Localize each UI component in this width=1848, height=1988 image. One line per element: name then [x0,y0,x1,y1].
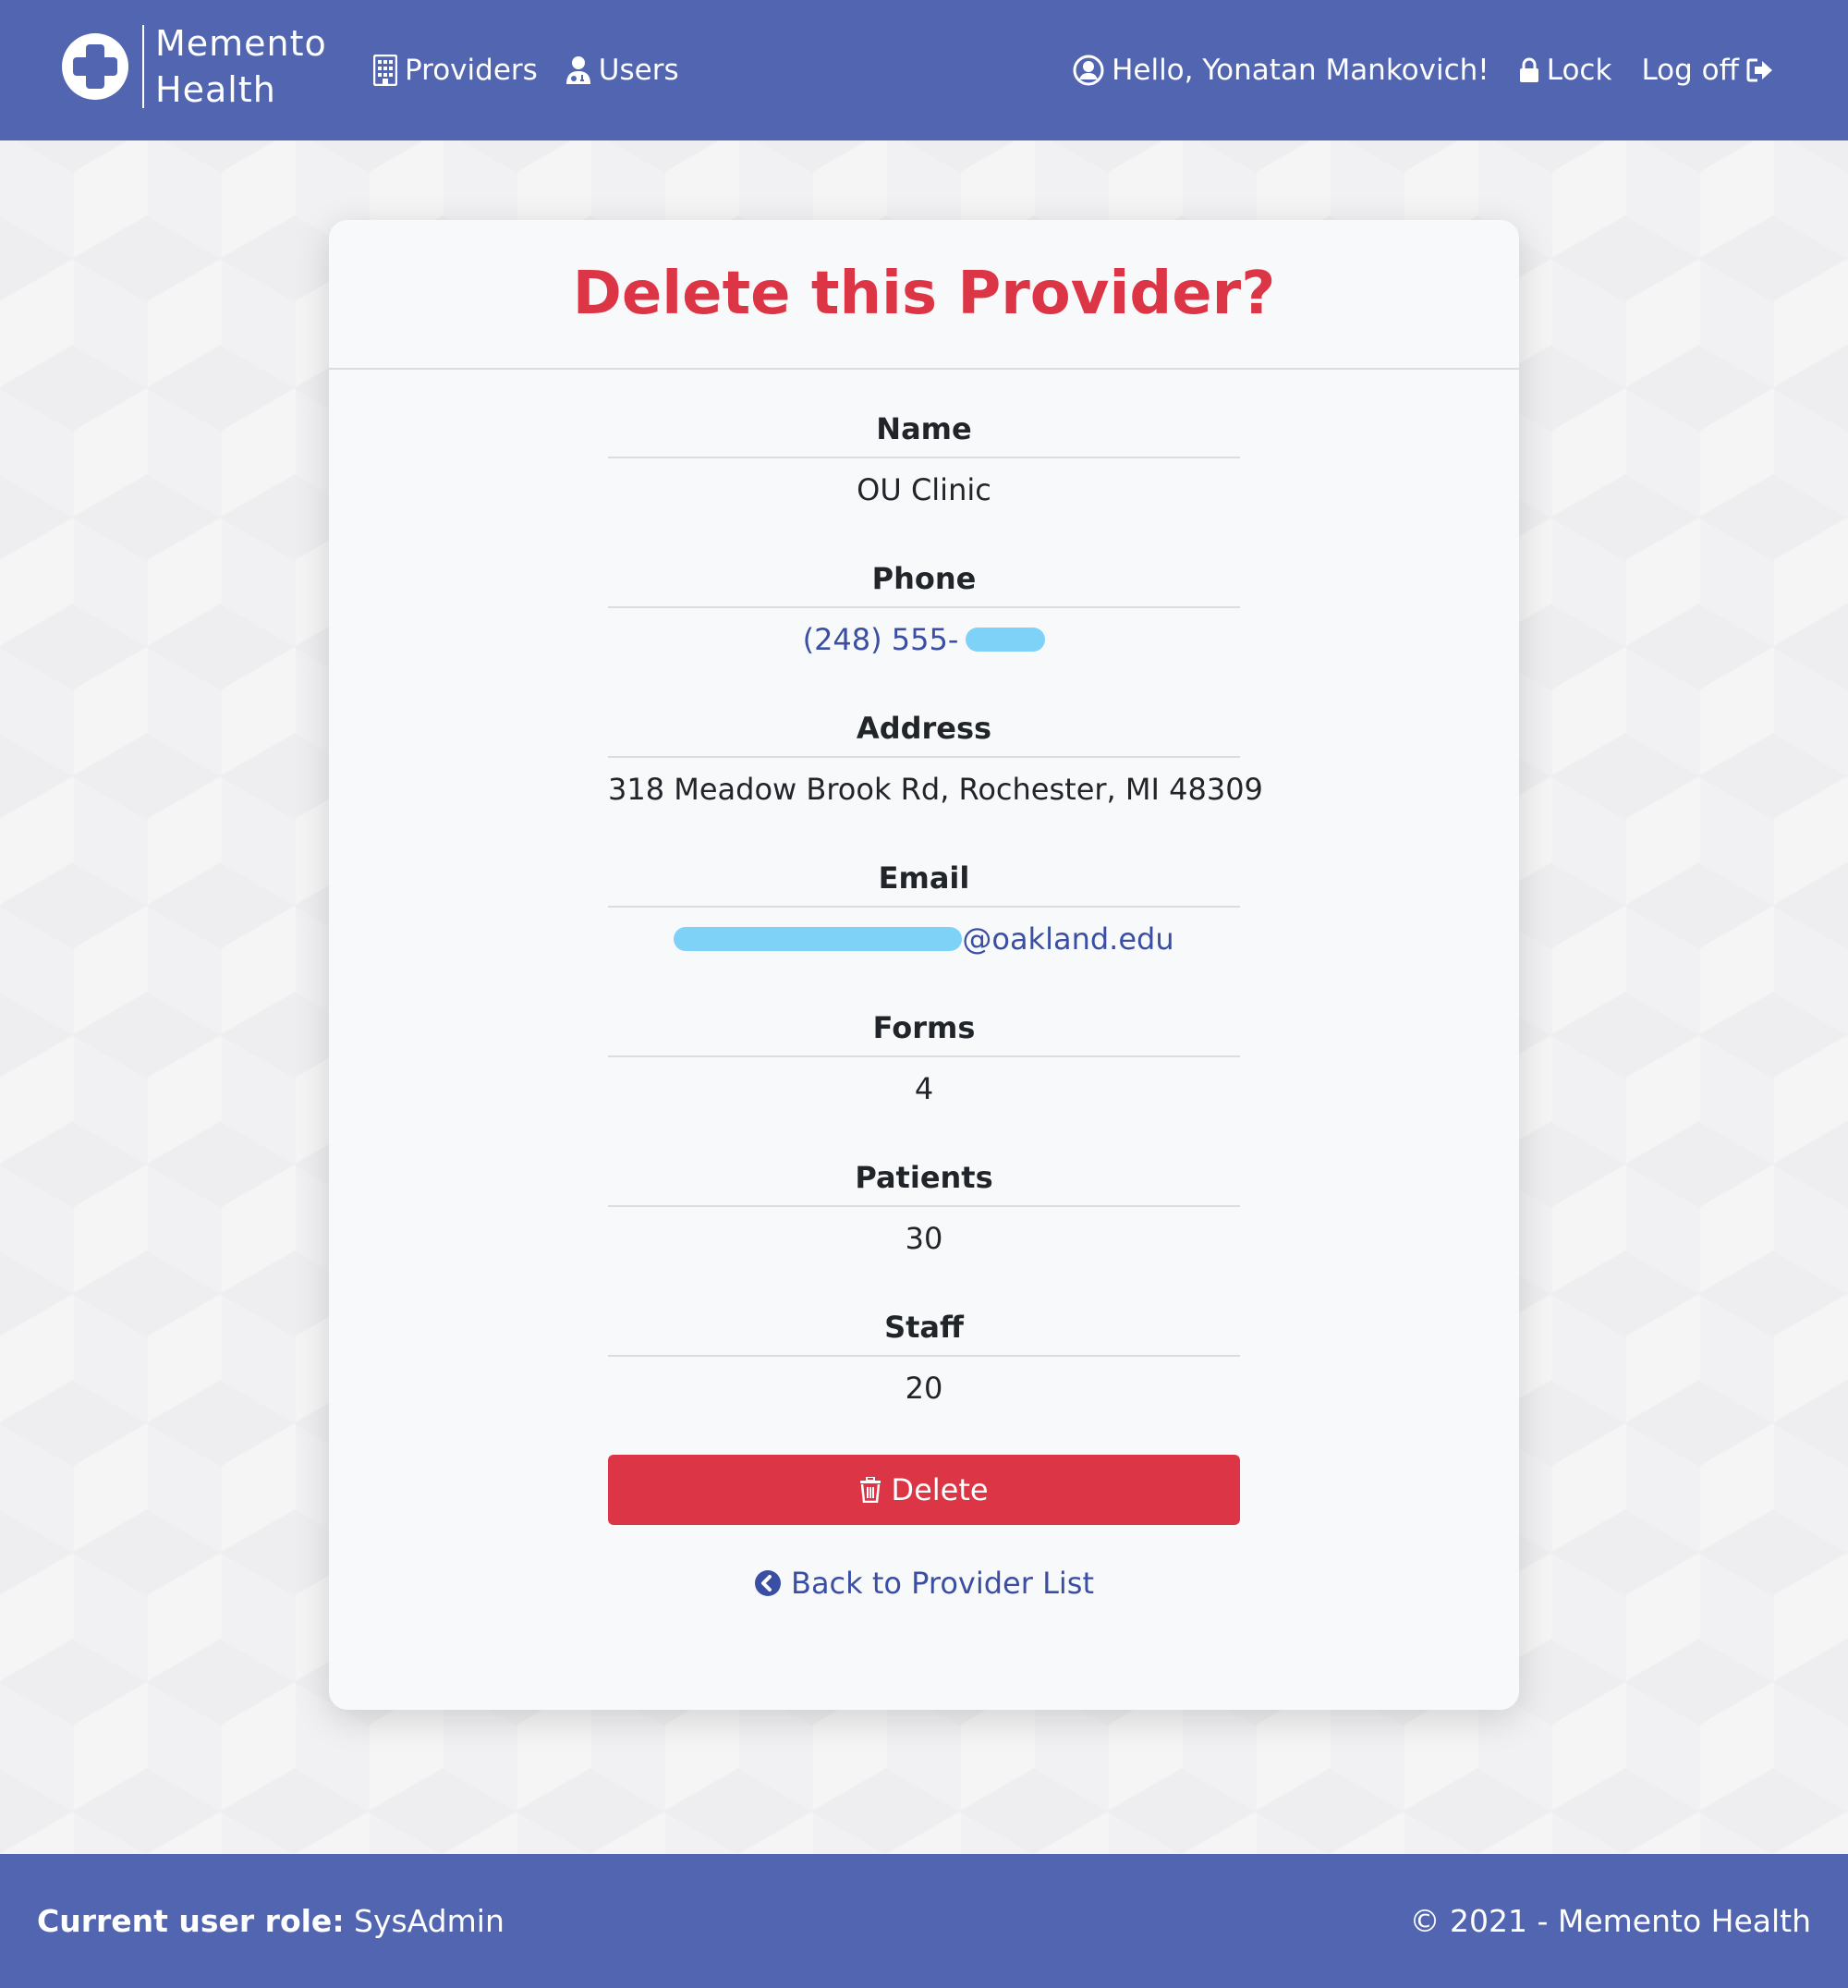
role-label: Current user role: [37,1903,345,1939]
copyright-text: © 2021 - Memento Health [1409,1903,1811,1939]
provider-address-value: 318 Meadow Brook Rd, Rochester, MI 48309 [608,772,1263,807]
field-label: Address [608,708,1240,758]
provider-name-value: OU Clinic [857,472,991,507]
nav-providers-label: Providers [405,54,538,87]
field-email: Email @oakland.edu [608,858,1240,1007]
provider-phone-value: (248) 555- [608,608,1240,669]
logoff-link[interactable]: Log off [1641,46,1774,94]
lock-label: Lock [1546,54,1612,87]
nav-providers-link[interactable]: Providers [373,46,538,94]
user-doctor-icon [565,56,590,84]
back-link-label: Back to Provider List [790,1566,1094,1601]
nav-users-label: Users [598,54,679,87]
brand-name-line2: Health [155,69,276,110]
field-label: Email [608,858,1240,908]
delete-button[interactable]: Delete [608,1455,1240,1525]
provider-email-value: @oakland.edu [608,908,1240,969]
redaction-mark [674,927,963,951]
staff-count-value: 20 [905,1371,943,1406]
field-label: Name [608,409,1240,458]
field-address: Address 318 Meadow Brook Rd, Rochester, … [608,708,1263,858]
redaction-mark [966,628,1046,652]
field-forms: Forms 4 [608,1007,1240,1157]
primary-nav: Providers Users [373,46,679,94]
brand-link[interactable]: Memento Health [61,23,327,110]
lock-link[interactable]: Lock [1519,46,1612,94]
field-staff: Staff 20 [608,1307,1240,1436]
account-nav: Hello, Yonatan Mankovich! Lock Log off [1073,46,1774,94]
back-to-provider-list-link[interactable]: Back to Provider List [608,1560,1240,1606]
profile-greeting-link[interactable]: Hello, Yonatan Mankovich! [1073,46,1489,94]
patients-count-value: 30 [905,1221,943,1256]
logoff-label: Log off [1641,54,1739,87]
phone-text: (248) 555- [802,622,959,657]
current-user-role: Current user role: SysAdmin [37,1898,505,1945]
field-label: Staff [608,1307,1240,1357]
trash-icon [860,1477,881,1503]
building-icon [373,55,397,86]
delete-provider-card: Delete this Provider? Name OU Clinic Pho… [329,220,1519,1710]
phone-link[interactable]: (248) 555- [803,622,1046,657]
role-value: SysAdmin [354,1903,505,1939]
field-name: Name OU Clinic [608,409,1240,558]
field-label: Patients [608,1157,1240,1207]
page-footer: Current user role: SysAdmin © 2021 - Mem… [0,1854,1848,1988]
email-text: @oakland.edu [962,921,1174,957]
chevron-left-circle-icon [754,1570,781,1596]
field-patients: Patients 30 [608,1157,1240,1307]
brand-divider [142,25,144,108]
forms-count-value: 4 [914,1071,934,1106]
delete-button-label: Delete [891,1472,989,1507]
brand-name: Memento Health [155,20,327,113]
field-phone: Phone (248) 555- [608,558,1240,708]
medical-cross-logo-icon [62,33,128,100]
email-link[interactable]: @oakland.edu [674,921,1174,957]
top-navbar: Memento Health Providers Users Hello, Yo… [0,0,1848,140]
user-circle-icon [1073,55,1104,86]
field-label: Phone [608,558,1240,608]
nav-users-link[interactable]: Users [565,46,679,94]
card-header: Delete this Provider? [329,220,1519,370]
provider-details: Name OU Clinic Phone (248) 555- Address … [608,370,1263,1606]
lock-icon [1519,57,1538,82]
page-title: Delete this Provider? [572,260,1276,328]
sign-out-icon [1746,58,1772,82]
greeting-text: Hello, Yonatan Mankovich! [1112,54,1489,87]
brand-name-line1: Memento [155,23,327,64]
field-label: Forms [608,1007,1240,1057]
